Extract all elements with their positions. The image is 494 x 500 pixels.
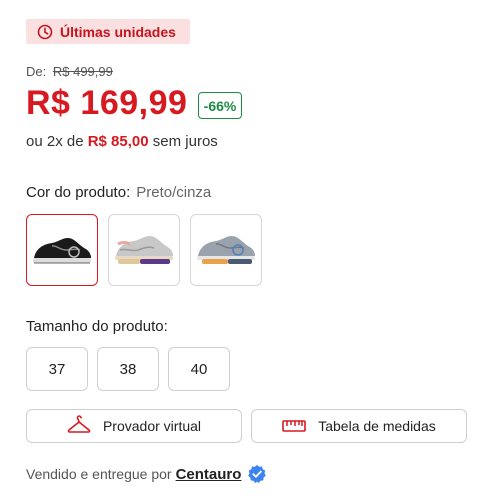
badge-label: Últimas unidades (60, 23, 176, 40)
seller-prefix: Vendido e entregue por (26, 466, 172, 482)
size-chart-button[interactable]: Tabela de medidas (251, 409, 467, 443)
color-option-grey-blue[interactable] (190, 214, 262, 286)
seller-info: Vendido e entregue por Centauro (26, 464, 267, 484)
ruler-icon (282, 420, 307, 432)
size-option-40[interactable]: 40 (168, 347, 230, 391)
old-price-prefix: De: (26, 64, 47, 79)
installments-prefix: ou 2x de (26, 133, 84, 150)
hanger-icon (67, 415, 91, 433)
seller-link[interactable]: Centauro (176, 466, 242, 483)
size-option-38[interactable]: 38 (97, 347, 159, 391)
virtual-fitting-button[interactable]: Provador virtual (26, 409, 242, 443)
installments-suffix: sem juros (152, 133, 218, 150)
shoe-black-image (33, 238, 91, 264)
selected-color: Preto/cinza (136, 184, 212, 201)
size-option-37[interactable]: 37 (26, 347, 88, 391)
shoe-grey-blue-image (197, 236, 255, 264)
color-label-text: Cor do produto: (26, 184, 131, 201)
clock-icon (37, 24, 53, 39)
discount-badge: -66% (198, 92, 242, 119)
current-price: R$ 169,99 (26, 84, 188, 122)
shoe-grey-purple-image (115, 236, 173, 264)
color-option-black[interactable] (26, 214, 98, 286)
size-chart-label: Tabela de medidas (318, 418, 436, 434)
virtual-fitting-label: Provador virtual (102, 418, 202, 434)
installment-value: R$ 85,00 (87, 133, 149, 150)
old-price-value: R$ 499,99 (52, 64, 113, 79)
color-option-grey-purple[interactable] (108, 214, 180, 286)
verified-badge-icon (248, 465, 267, 483)
installments-text: ou 2x de R$ 85,00 sem juros (26, 133, 218, 150)
last-units-badge: Últimas unidades (26, 19, 190, 44)
size-label: Tamanho do produto: (26, 318, 168, 335)
color-label: Cor do produto: Preto/cinza (26, 184, 211, 201)
old-price: De: R$ 499,99 (26, 64, 113, 79)
